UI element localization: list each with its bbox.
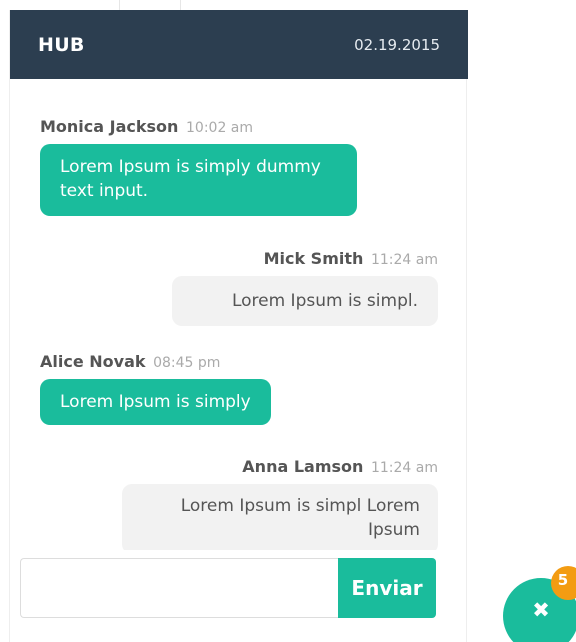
- message-item: Anna Lamson 11:24 am Lorem Ipsum is simp…: [122, 457, 438, 550]
- message-time: 10:02 am: [186, 120, 254, 136]
- message-list[interactable]: Monica Jackson 10:02 am Lorem Ipsum is s…: [10, 79, 468, 550]
- message-bubble: Lorem Ipsum is simpl.: [172, 276, 438, 326]
- message-sender: Alice Novak: [40, 352, 146, 371]
- message-sender: Mick Smith: [263, 249, 364, 268]
- background-divider: [119, 0, 181, 10]
- message-sender: Anna Lamson: [242, 457, 364, 476]
- message-time: 08:45 pm: [153, 355, 221, 371]
- message-composer: Enviar: [20, 558, 436, 618]
- send-button[interactable]: Enviar: [338, 558, 436, 618]
- chat-window: HUB 02.19.2015 Monica Jackson 10:02 am L…: [9, 10, 468, 642]
- message-bubble: Lorem Ipsum is simply: [40, 379, 271, 425]
- message-item: Monica Jackson 10:02 am Lorem Ipsum is s…: [40, 117, 357, 216]
- chat-date: 02.19.2015: [354, 36, 440, 54]
- chat-title: HUB: [38, 34, 85, 56]
- message-bubble: Lorem Ipsum is simply dummy text input.: [40, 144, 357, 216]
- message-item: Mick Smith 11:24 am Lorem Ipsum is simpl…: [172, 249, 438, 326]
- message-time: 11:24 am: [370, 252, 438, 268]
- message-sender: Monica Jackson: [40, 117, 179, 136]
- message-bubble: Lorem Ipsum is simpl Lorem Ipsum: [122, 484, 438, 550]
- message-input[interactable]: [20, 558, 338, 618]
- close-icon: ✖: [532, 598, 550, 622]
- message-time: 11:24 am: [370, 460, 438, 476]
- message-item: Alice Novak 08:45 pm Lorem Ipsum is simp…: [40, 352, 271, 425]
- chat-header: HUB 02.19.2015: [10, 10, 468, 79]
